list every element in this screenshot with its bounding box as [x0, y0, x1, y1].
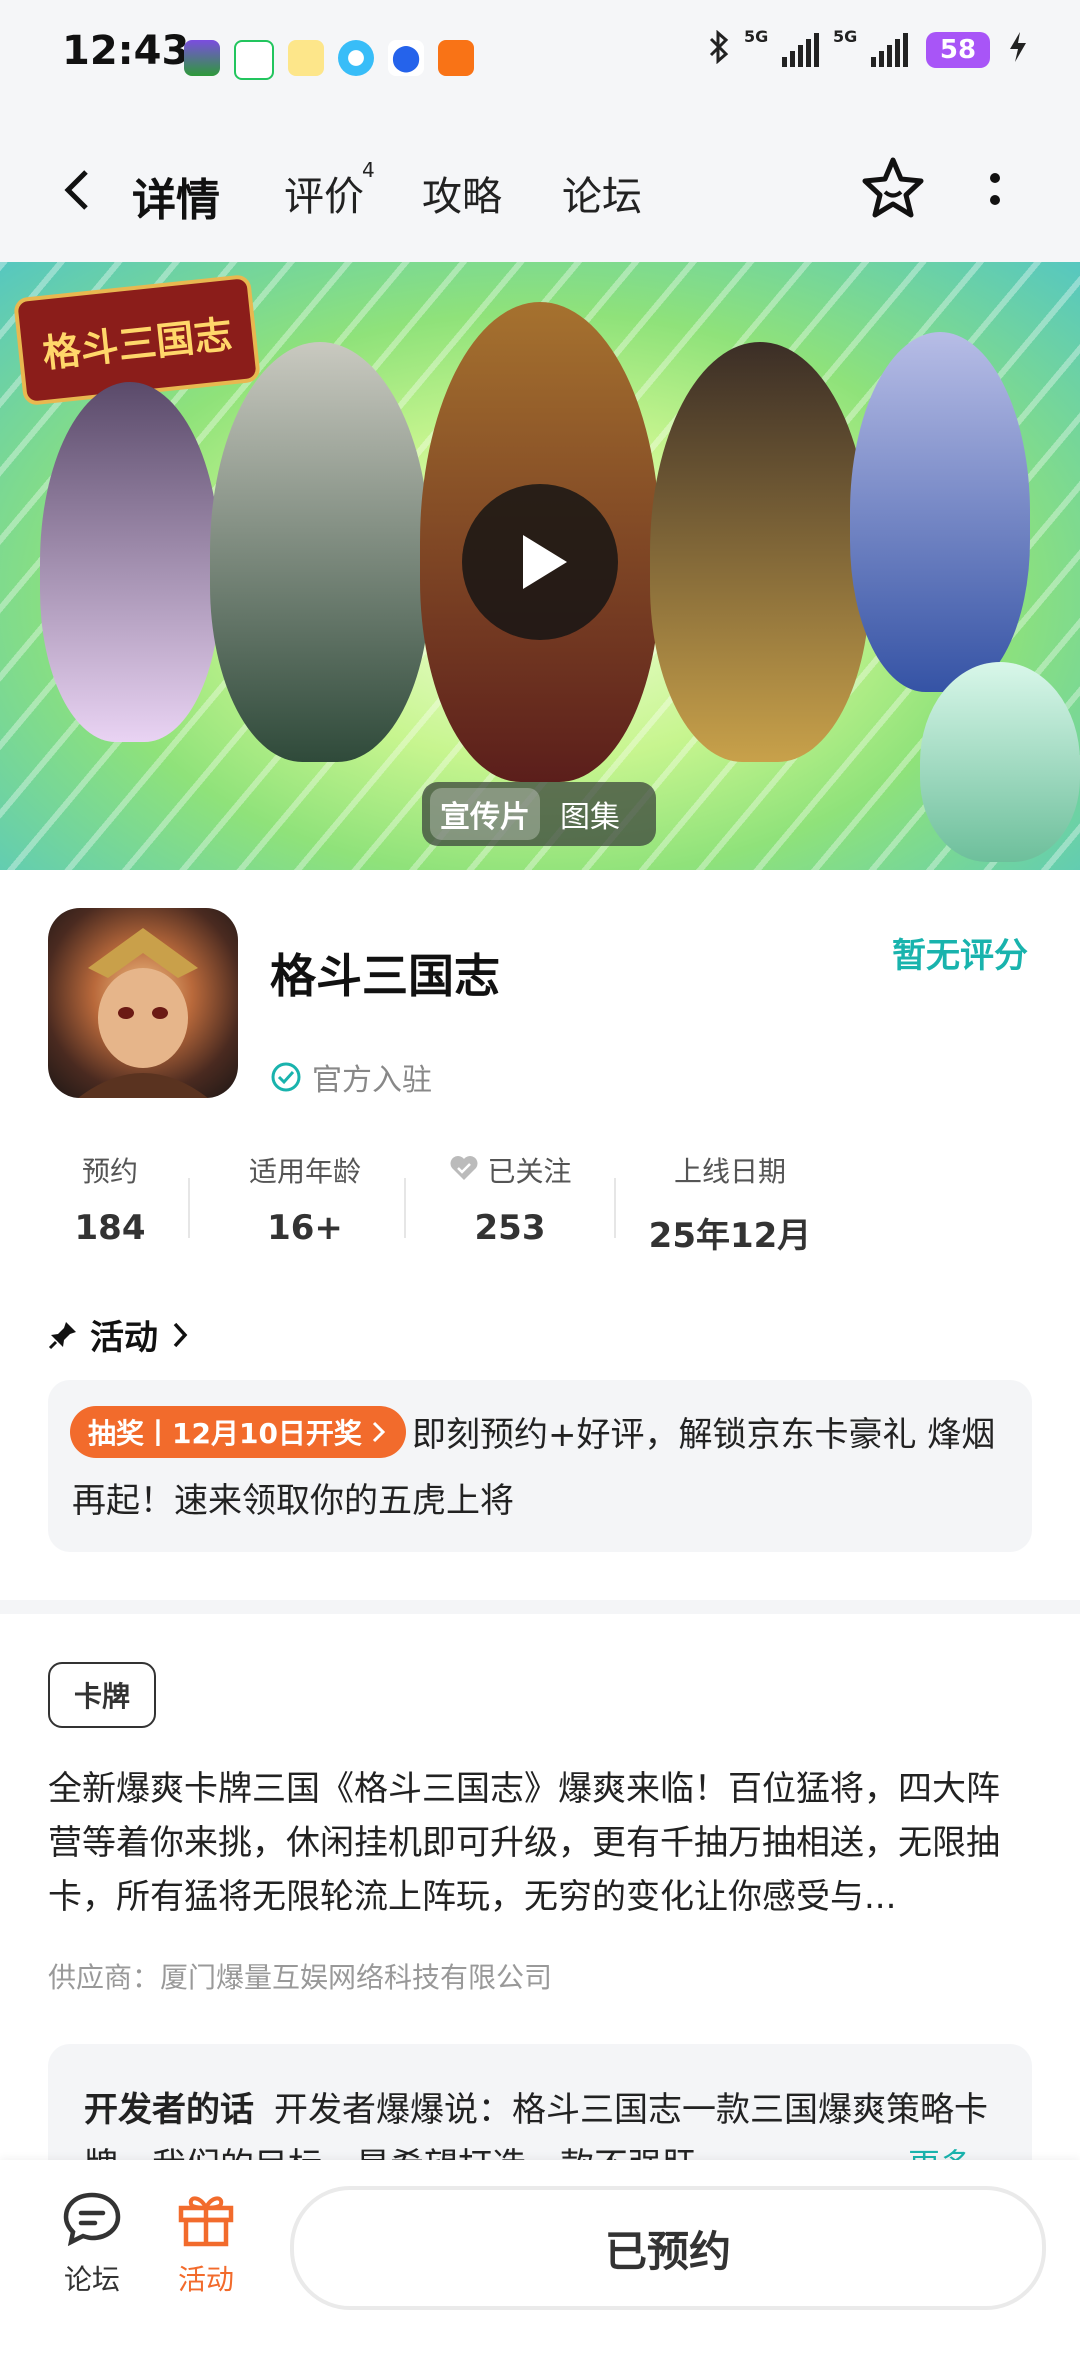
status-indicators: 5G 5G 58 [708, 27, 1028, 70]
heart-check-icon [450, 1156, 478, 1180]
stat-followers[interactable]: 已关注 253 [440, 1150, 580, 1248]
media-toggle: 宣传片 图集 [422, 782, 656, 846]
genre-tag[interactable]: 卡牌 [48, 1662, 156, 1728]
star-icon [862, 157, 924, 218]
gift-icon [178, 2196, 234, 2247]
video-app-notification-icon [234, 40, 274, 80]
divider [404, 1178, 406, 1238]
forum-button[interactable]: 论坛 [42, 2190, 142, 2298]
activity-card[interactable]: 即刻预约+好评，解锁京东卡豪礼 烽烟再起！速来领取你的五虎上将 抽奖丨12月10… [48, 1380, 1032, 1552]
official-badge: 官方入驻 [270, 1055, 432, 1099]
developer-note-label: 开发者的话 [84, 2090, 254, 2130]
chevron-right-icon [372, 1421, 386, 1443]
reserved-button[interactable]: 已预约 [290, 2186, 1046, 2310]
character-illustration [210, 342, 430, 762]
stat-label: 适用年龄 [248, 1155, 361, 1188]
tab-gallery[interactable]: 图集 [540, 788, 640, 840]
network-type-2: 5G [833, 27, 858, 46]
character-illustration [650, 342, 870, 762]
tab-details[interactable]: 详情 [132, 164, 220, 228]
play-icon [523, 535, 567, 589]
signal-2-icon: 5G [833, 27, 908, 67]
top-navigation: 详情 评价 4 攻略 论坛 [0, 120, 1080, 262]
status-time: 12:43 [62, 28, 190, 74]
back-button[interactable] [58, 170, 98, 210]
more-vertical-icon [990, 173, 1000, 205]
chevron-right-icon [173, 1322, 188, 1347]
app-notification-icon [184, 40, 220, 76]
review-count-badge: 4 [362, 158, 375, 182]
game-description[interactable]: 全新爆爽卡牌三国《格斗三国志》爆爽来临！百位猛将，四大阵营等着你来挑，休闲挂机即… [48, 1762, 1032, 1924]
official-label: 官方入驻 [312, 1063, 432, 1098]
activity-tab-label: 活动 [177, 2263, 234, 2296]
stats-row: 预约 184 适用年龄 16+ 已关注 253 上线日期 25年12月 [40, 1150, 1040, 1260]
charging-icon [1008, 30, 1028, 70]
pin-icon [48, 1321, 76, 1349]
game-app-notification-icon [288, 40, 324, 76]
promo-video-banner[interactable]: 格斗三国志 宣传片 图集 [0, 262, 1080, 870]
check-circle-icon [271, 1062, 301, 1092]
browser-notification-icon [338, 40, 374, 76]
stat-label: 上线日期 [673, 1155, 786, 1188]
notification-icons: ⬤ [184, 40, 474, 80]
more-options-button[interactable] [980, 170, 1010, 210]
tab-reviews[interactable]: 评价 [284, 164, 364, 222]
divider [614, 1178, 616, 1238]
stat-value: 184 [74, 1208, 146, 1248]
chevron-left-icon [64, 170, 88, 210]
favorite-button[interactable] [858, 154, 928, 224]
stat-age-rating: 适用年龄 16+ [220, 1150, 390, 1248]
bluetooth-icon [708, 29, 730, 70]
supplier-info: 供应商：厦门爆量互娱网络科技有限公司 [48, 1961, 553, 1994]
activity-header[interactable]: 活动 [48, 1310, 190, 1359]
stat-release-date: 上线日期 25年12月 [640, 1150, 820, 1257]
signal-1-icon: 5G [744, 27, 819, 67]
network-type-1: 5G [744, 27, 769, 46]
bottom-action-bar: 论坛 活动 已预约 [0, 2160, 1080, 2376]
stat-label: 预约 [81, 1155, 138, 1188]
stat-label: 已关注 [440, 1150, 580, 1190]
lottery-tag-label: 抽奖丨12月10日开奖 [88, 1417, 362, 1450]
activity-button[interactable]: 活动 [156, 2190, 256, 2298]
stat-value: 253 [474, 1208, 546, 1248]
status-bar: 12:43 ⬤ 5G 5G 58 [0, 0, 1080, 120]
game-title: 格斗三国志 [270, 949, 500, 1003]
tab-promo-video[interactable]: 宣传片 [430, 788, 540, 840]
beast-illustration [920, 662, 1080, 862]
character-illustration [40, 382, 220, 742]
baidu-notification-icon: ⬤ [388, 40, 424, 76]
play-button[interactable] [462, 484, 618, 640]
stat-value: 16+ [267, 1208, 343, 1248]
battery-indicator: 58 [926, 32, 990, 68]
forum-label: 论坛 [63, 2263, 120, 2296]
character-illustration [850, 332, 1030, 692]
game-icon [48, 908, 238, 1098]
chat-bubble-icon [63, 2192, 121, 2247]
tab-guides[interactable]: 攻略 [422, 164, 502, 222]
activity-heading: 活动 [90, 1318, 158, 1358]
stat-reservations: 预约 184 [50, 1150, 170, 1248]
stat-value: 25年12月 [648, 1216, 812, 1256]
lottery-tag[interactable]: 抽奖丨12月10日开奖 [70, 1406, 406, 1458]
rating-status: 暂无评分 [892, 936, 1028, 976]
tab-forum[interactable]: 论坛 [562, 164, 642, 222]
followed-label: 已关注 [487, 1155, 572, 1188]
divider [188, 1178, 190, 1238]
section-divider [0, 1600, 1080, 1614]
shop-notification-icon [438, 40, 474, 76]
game-icon-art [78, 928, 208, 1098]
